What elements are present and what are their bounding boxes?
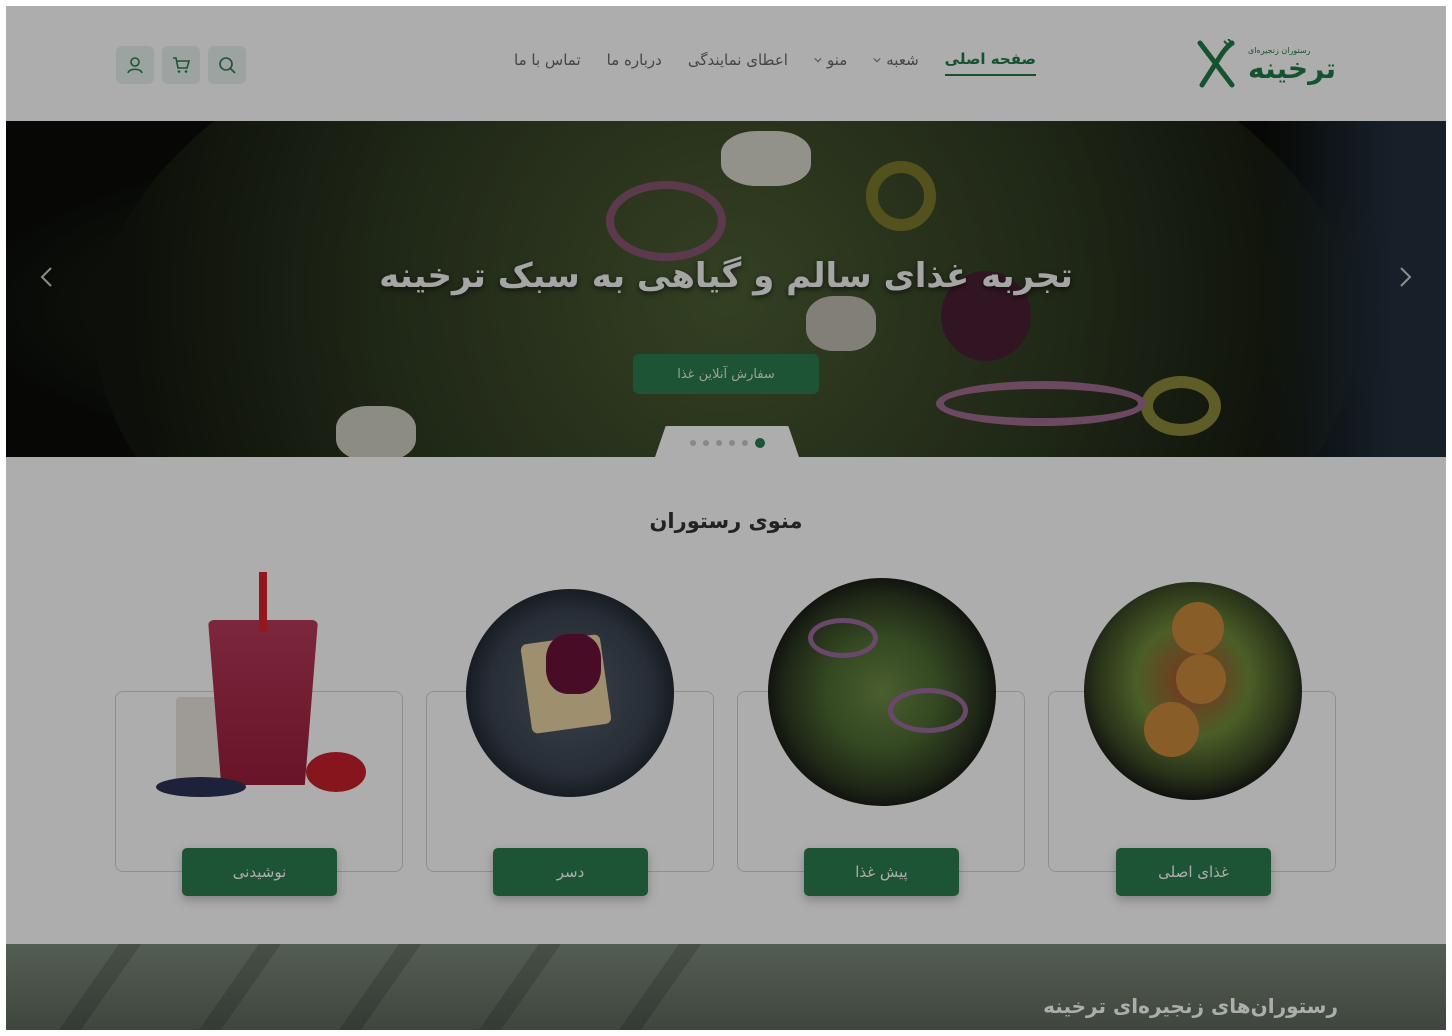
banner-decor xyxy=(607,944,703,1030)
hero-decor xyxy=(936,381,1146,426)
nav-item-branch[interactable]: شعبه xyxy=(873,51,919,75)
banner-decor xyxy=(187,944,283,1030)
category-beverage-button[interactable]: نوشیدنی xyxy=(182,848,337,896)
slider-dot[interactable] xyxy=(728,440,735,446)
nav-item-label: منو xyxy=(826,51,848,69)
chevron-left-icon[interactable] xyxy=(34,264,60,290)
slider-pagination xyxy=(654,426,800,457)
straw-decor xyxy=(259,572,267,632)
banner-decor xyxy=(47,944,143,1030)
category-dessert-button[interactable]: دسر xyxy=(493,848,648,896)
cart-icon xyxy=(173,57,191,73)
nav-item-menu[interactable]: منو xyxy=(814,51,847,75)
site-header: رستوران زنجیره‌ای ترخینه صفحه اصلی شعبه … xyxy=(6,6,1446,121)
nav-item-label: شعبه xyxy=(886,51,919,69)
falafel-decor xyxy=(1144,702,1199,757)
nav-item-label: اعطای نمایندگی xyxy=(687,51,788,69)
chevron-down-icon xyxy=(873,57,881,63)
hero-decor xyxy=(606,181,726,261)
user-button[interactable] xyxy=(116,46,154,84)
dessert-image xyxy=(466,589,674,797)
chevron-right-icon[interactable] xyxy=(1392,264,1418,290)
search-icon xyxy=(219,57,236,74)
berry-sauce-decor xyxy=(546,634,601,694)
slider-dot[interactable] xyxy=(741,440,748,446)
logo-name: ترخینه xyxy=(1248,51,1336,85)
logo-text: رستوران زنجیره‌ای ترخینه xyxy=(1248,46,1336,83)
category-appetizer-button[interactable]: پیش غذا xyxy=(804,848,959,896)
slider-dot[interactable] xyxy=(702,440,709,446)
search-button[interactable] xyxy=(208,46,246,84)
hero-decor xyxy=(336,406,416,457)
hero-decor xyxy=(1141,376,1221,436)
nav-item-home[interactable]: صفحه اصلی xyxy=(944,50,1036,76)
falafel-decor xyxy=(1176,654,1226,704)
cart-button[interactable] xyxy=(162,46,200,84)
main-dish-image xyxy=(1084,582,1302,800)
slider-dot-active[interactable] xyxy=(754,438,765,448)
category-main-course-button[interactable]: غذای اصلی xyxy=(1116,848,1271,896)
hero-title: تجربه غذای سالم و گیاهی به سبک ترخینه xyxy=(379,256,1073,296)
onion-decor xyxy=(808,618,878,658)
nav-item-franchise[interactable]: اعطای نمایندگی xyxy=(688,51,788,75)
nav-item-label: صفحه اصلی xyxy=(944,50,1036,68)
page-frame: رستوران زنجیره‌ای ترخینه صفحه اصلی شعبه … xyxy=(6,6,1446,1030)
chevron-down-icon xyxy=(814,57,822,63)
slider-dot[interactable] xyxy=(689,440,696,446)
user-icon xyxy=(127,57,143,74)
hero-decor xyxy=(866,161,936,231)
blueberries-decor xyxy=(156,777,246,797)
hero-decor xyxy=(721,131,811,186)
hero-slider: تجربه غذای سالم و گیاهی به سبک ترخینه سف… xyxy=(6,121,1446,457)
onion-decor xyxy=(888,688,968,733)
falafel-decor xyxy=(1172,602,1224,654)
beverage-image xyxy=(146,572,376,802)
slider-dot[interactable] xyxy=(715,440,722,446)
fork-knife-icon xyxy=(1197,39,1235,88)
banner-decor xyxy=(467,944,563,1030)
nav-item-label: درباره ما xyxy=(606,51,662,69)
nav-item-about[interactable]: درباره ما xyxy=(607,51,662,75)
menu-section-title: منوی رستوران xyxy=(649,509,803,533)
banner-decor xyxy=(327,944,423,1030)
nav-item-label: تماس با ما xyxy=(514,51,581,69)
cup-decor xyxy=(208,620,318,785)
main-nav: صفحه اصلی شعبه منو اعطای نمایندگی درباره… xyxy=(416,50,1036,76)
branches-title: رستوران‌های زنجیره‌ای ترخینه xyxy=(1043,994,1338,1018)
nav-item-contact[interactable]: تماس با ما xyxy=(514,51,581,75)
header-actions xyxy=(116,46,246,84)
order-online-button[interactable]: سفارش آنلاین غذا xyxy=(633,354,819,394)
berries-decor xyxy=(306,752,366,792)
hero-decor xyxy=(806,296,876,351)
appetizer-image xyxy=(768,578,996,806)
site-logo[interactable]: رستوران زنجیره‌ای ترخینه xyxy=(1194,34,1336,94)
